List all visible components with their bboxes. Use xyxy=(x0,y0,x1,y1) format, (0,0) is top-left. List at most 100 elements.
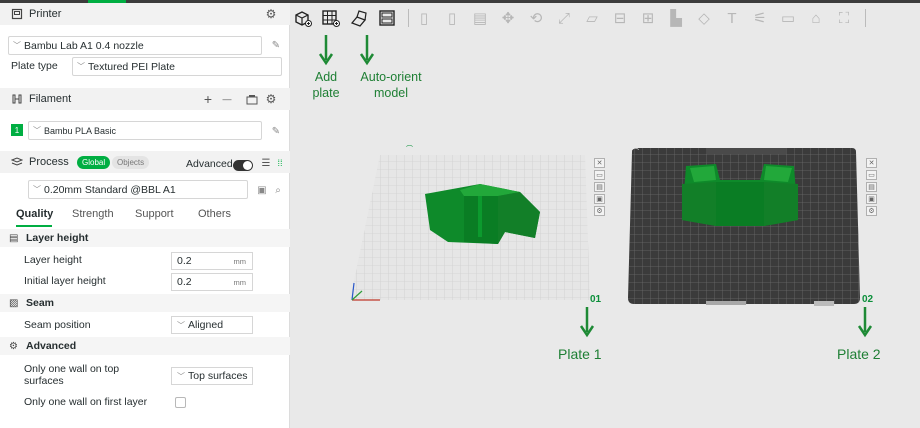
layers-editing-icon[interactable]: ▤ xyxy=(469,7,491,29)
seam-paint-icon[interactable]: ◇ xyxy=(693,7,715,29)
edit-printer-icon[interactable]: ✎ xyxy=(270,39,282,51)
plate-1-lock-icon[interactable]: ▣ xyxy=(594,194,605,204)
auto-orient-annotation-line2: model xyxy=(373,86,409,100)
add-filament-button[interactable]: + xyxy=(200,91,216,107)
process-layers-icon xyxy=(10,155,24,169)
tab-quality[interactable]: Quality xyxy=(16,208,53,220)
process-preset-select[interactable]: ﹀ 0.20mm Standard @BBL A1 xyxy=(28,180,248,199)
filament-sync-icon[interactable] xyxy=(244,91,260,107)
process-preset-value: 0.20mm Standard @BBL A1 xyxy=(44,183,176,196)
plate-1-arrow-icon xyxy=(579,307,595,338)
plate-2-annotation: Plate 2 xyxy=(837,346,881,362)
filament-spool-icon xyxy=(10,92,24,106)
seam-position-select[interactable]: ﹀ Aligned xyxy=(171,316,253,334)
auto-orient-annotation: Auto-orient model xyxy=(348,69,434,101)
save-preset-icon[interactable]: ▣ xyxy=(256,184,268,196)
one-wall-top-value: Top surfaces xyxy=(188,370,248,382)
layer-height-value: 0.2 xyxy=(177,255,192,267)
boolean-icon[interactable]: ⊞ xyxy=(637,7,659,29)
measure-icon[interactable]: ▭ xyxy=(777,7,799,29)
one-wall-top-select[interactable]: ﹀ Top surfaces xyxy=(171,367,253,385)
layer-height-icon: ▤ xyxy=(9,232,19,244)
process-objects-toggle[interactable]: Objects xyxy=(112,156,150,169)
advanced-label: Advanced xyxy=(186,158,233,170)
assembly-icon[interactable]: ⌂ xyxy=(805,7,827,29)
split-objects-icon[interactable]: ▯ xyxy=(413,7,435,29)
layer-height-input[interactable]: 0.2 mm xyxy=(171,252,253,270)
toolbar-separator xyxy=(408,9,409,27)
add-plate-annotation-line2: plate xyxy=(312,86,340,100)
plate-2-tools: ✕ ▭ ▤ ▣ ⚙ xyxy=(866,158,877,218)
svg-text:⌒: ⌒ xyxy=(632,148,639,156)
plate-type-value: Textured PEI Plate xyxy=(88,60,175,73)
chevron-down-icon: ﹀ xyxy=(13,41,21,50)
auto-orient-arrow-icon xyxy=(359,35,375,66)
advanced-gears-icon: ⚙ xyxy=(9,340,18,352)
process-compare-icon[interactable]: ⁞⁞ xyxy=(272,155,288,171)
filament-material-select[interactable]: ﹀ Bambu PLA Basic xyxy=(28,121,262,140)
split-parts-icon[interactable]: ▯ xyxy=(441,7,463,29)
tab-support[interactable]: Support xyxy=(135,208,174,220)
layer-height-label: Layer height xyxy=(24,254,82,266)
add-plate-icon[interactable] xyxy=(320,7,342,29)
filament-settings-gear-icon[interactable]: ⚙ xyxy=(263,91,279,107)
svg-text:⌒: ⌒ xyxy=(406,145,413,153)
seam-position-label: Seam position xyxy=(24,319,91,331)
group-advanced: ⚙ Advanced xyxy=(0,337,290,355)
one-wall-first-layer-label: Only one wall on first layer xyxy=(24,396,148,408)
printer-icon xyxy=(10,7,24,21)
plate-2-orient-icon[interactable]: ▭ xyxy=(866,170,877,180)
edit-filament-icon[interactable]: ✎ xyxy=(270,125,282,137)
plate-2-close-icon[interactable]: ✕ xyxy=(866,158,877,168)
filament-slot-badge[interactable]: 1 xyxy=(11,124,23,136)
text-tool-icon[interactable]: T xyxy=(721,7,743,29)
remove-filament-button[interactable]: — xyxy=(219,91,235,107)
plate-2-number: 02 xyxy=(862,294,874,305)
add-plate-arrow-icon xyxy=(318,35,334,66)
printer-model-select[interactable]: ﹀ Bambu Lab A1 0.4 nozzle xyxy=(8,36,262,55)
plate-2-lock-icon[interactable]: ▣ xyxy=(866,194,877,204)
tab-others[interactable]: Others xyxy=(198,208,231,220)
support-paint-icon[interactable]: ▙ xyxy=(665,7,687,29)
arrange-icon[interactable] xyxy=(376,7,398,29)
move-icon[interactable]: ✥ xyxy=(497,7,519,29)
plate-1-settings-icon[interactable]: ⚙ xyxy=(594,206,605,216)
search-icon[interactable]: ⌕ xyxy=(272,184,284,196)
plate-2-arrange-icon[interactable]: ▤ xyxy=(866,182,877,192)
scale-icon[interactable]: ⤢ xyxy=(553,7,575,29)
add-plate-annotation-line1: Add xyxy=(314,70,338,84)
color-paint-icon[interactable]: ⚟ xyxy=(749,7,771,29)
plate-1-orient-icon[interactable]: ▭ xyxy=(594,170,605,180)
process-global-toggle[interactable]: Global xyxy=(77,156,111,169)
plate-1-number: 01 xyxy=(590,294,602,305)
printer-section-title: Printer xyxy=(29,8,62,20)
plate-1-tools: ✕ ▭ ▤ ▣ ⚙ xyxy=(594,158,605,218)
auto-orient-icon[interactable] xyxy=(348,7,370,29)
one-wall-top-label-line2: surfaces xyxy=(24,375,64,387)
chevron-down-icon: ﹀ xyxy=(77,62,85,71)
advanced-switch[interactable] xyxy=(233,160,253,171)
unit-label: mm xyxy=(233,256,247,266)
fit-view-icon[interactable]: ⛶ xyxy=(833,7,855,29)
plate-1-model[interactable] xyxy=(420,182,545,248)
plate-2-settings-icon[interactable]: ⚙ xyxy=(866,206,877,216)
plate-type-select[interactable]: ﹀ Textured PEI Plate xyxy=(72,57,282,76)
initial-layer-height-input[interactable]: 0.2 mm xyxy=(171,273,253,291)
process-section-title: Process xyxy=(29,156,69,168)
plate-2-arrow-icon xyxy=(857,307,873,338)
tab-strength[interactable]: Strength xyxy=(72,208,114,220)
group-advanced-title: Advanced xyxy=(26,340,77,352)
filament-material-value: Bambu PLA Basic xyxy=(44,125,117,136)
cut-icon[interactable]: ⊟ xyxy=(609,7,631,29)
plate-1-close-icon[interactable]: ✕ xyxy=(594,158,605,168)
chevron-down-icon: ﹀ xyxy=(33,126,41,135)
plate-2-model[interactable] xyxy=(676,160,804,238)
rotate-icon[interactable]: ⟲ xyxy=(525,7,547,29)
plate-1-arrange-icon[interactable]: ▤ xyxy=(594,182,605,192)
plate-1-annotation: Plate 1 xyxy=(558,346,602,362)
one-wall-first-layer-checkbox[interactable] xyxy=(175,397,186,408)
add-model-cube-icon[interactable] xyxy=(292,7,314,29)
lay-on-face-icon[interactable]: ⏥ xyxy=(581,7,603,29)
initial-layer-height-value: 0.2 xyxy=(177,276,192,288)
printer-settings-gear-icon[interactable]: ⚙ xyxy=(263,6,279,22)
